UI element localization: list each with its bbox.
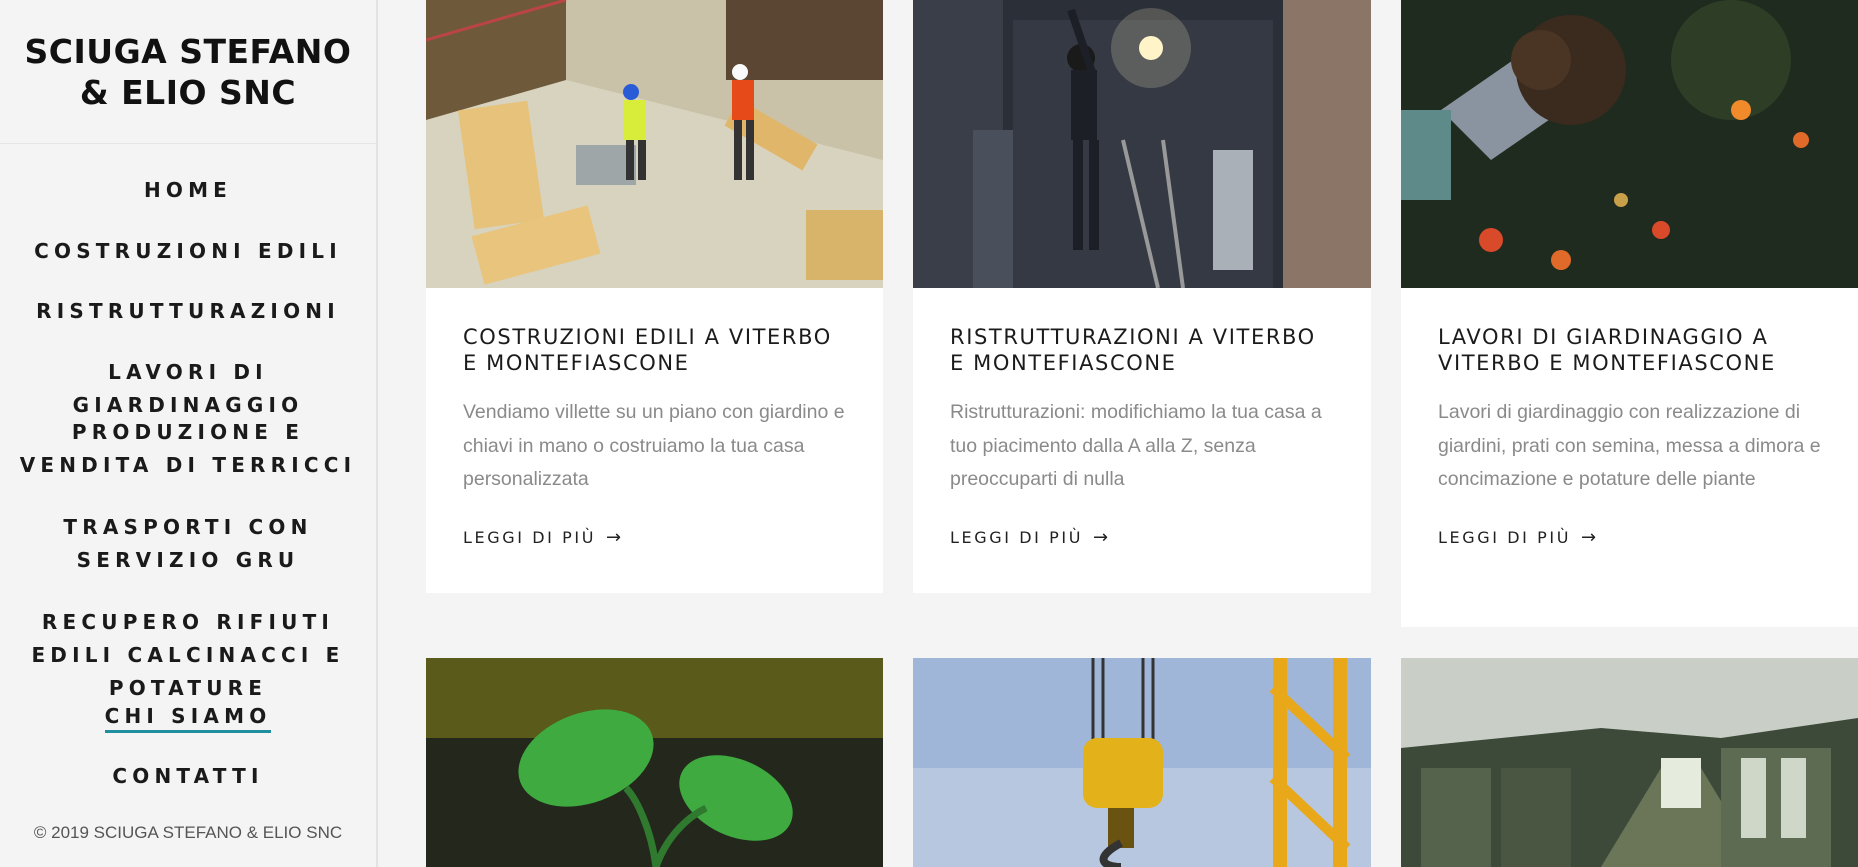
- card-description: Vendiamo villette su un piano con giardi…: [463, 401, 845, 490]
- card-costruzioni: COSTRUZIONI EDILI A VITERBO E MONTEFIASC…: [426, 0, 883, 593]
- arrow-right-icon: →: [1581, 526, 1597, 548]
- card-giardinaggio: LAVORI DI GIARDINAGGIO A VITERBO E MONTE…: [1401, 0, 1858, 627]
- card-image-construction-site[interactable]: [426, 0, 883, 288]
- read-more-link[interactable]: LEGGI DI PIÙ →: [1438, 527, 1596, 548]
- site-brand[interactable]: SCIUGA STEFANO & ELIO SNC: [0, 0, 376, 144]
- arrow-right-icon: →: [606, 526, 622, 548]
- nav-item-ristrutturazioni[interactable]: RISTRUTTURAZIONI: [0, 295, 376, 328]
- card-image-abandoned-building[interactable]: [1401, 658, 1858, 867]
- arrow-right-icon: →: [1093, 526, 1109, 548]
- card-image-gardening[interactable]: [1401, 0, 1858, 288]
- card-ristrutturazioni: RISTRUTTURAZIONI A VITERBO E MONTEFIASCO…: [913, 0, 1371, 593]
- nav-item-home[interactable]: HOME: [0, 174, 376, 207]
- card-image-crane-hook[interactable]: [913, 658, 1371, 867]
- site-title[interactable]: SCIUGA STEFANO & ELIO SNC: [8, 31, 368, 113]
- card-image-renovation[interactable]: [913, 0, 1371, 288]
- card-title[interactable]: COSTRUZIONI EDILI A VITERBO E MONTEFIASC…: [463, 324, 846, 376]
- read-more-link[interactable]: LEGGI DI PIÙ →: [950, 527, 1108, 548]
- nav-item-chi-siamo[interactable]: CHI SIAMO: [0, 702, 376, 733]
- nav-item-trasporti-gru[interactable]: TRASPORTI CON SERVIZIO GRU: [0, 511, 376, 577]
- card-title[interactable]: LAVORI DI GIARDINAGGIO A VITERBO E MONTE…: [1438, 324, 1821, 376]
- card-title[interactable]: RISTRUTTURAZIONI A VITERBO E MONTEFIASCO…: [950, 324, 1334, 376]
- nav-item-lavori-di-giardinaggio[interactable]: LAVORI DI GIARDINAGGIO: [0, 356, 376, 422]
- nav-item-produzione-terricci[interactable]: PRODUZIONE E VENDITA DI TERRICCI: [0, 416, 376, 482]
- nav-item-contatti[interactable]: CONTATTI: [0, 760, 376, 793]
- sidebar: SCIUGA STEFANO & ELIO SNC HOME COSTRUZIO…: [0, 0, 378, 867]
- card-description: Lavori di giardinaggio con realizzazione…: [1438, 401, 1821, 490]
- nav-item-recupero-rifiuti[interactable]: RECUPERO RIFIUTI EDILI CALCINACCI E POTA…: [0, 606, 376, 705]
- read-more-link[interactable]: LEGGI DI PIÙ →: [463, 527, 621, 548]
- copyright: © 2019 SCIUGA STEFANO & ELIO SNC: [33, 823, 343, 842]
- card-image-plant-sprout[interactable]: [426, 658, 883, 867]
- card-description: Ristrutturazioni: modifichiamo la tua ca…: [950, 401, 1322, 490]
- nav-item-costruzioni-edili[interactable]: COSTRUZIONI EDILI: [0, 235, 376, 268]
